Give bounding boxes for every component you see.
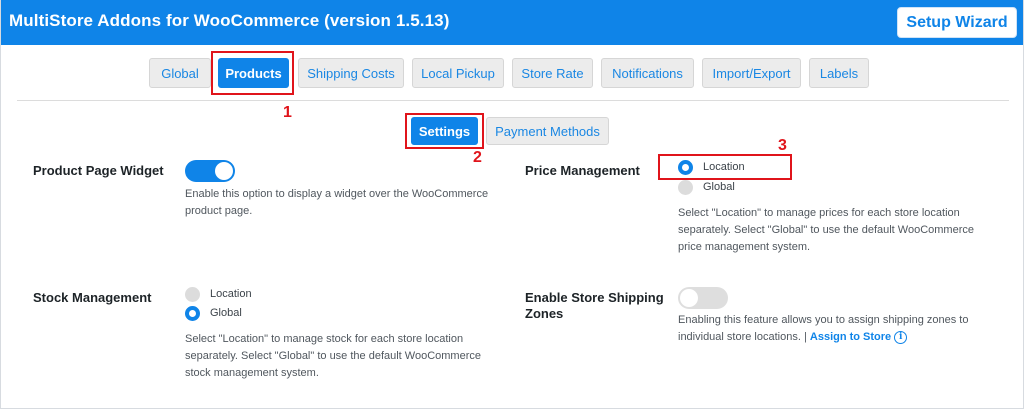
stock-location-label: Location xyxy=(210,288,252,300)
price-location-radio[interactable] xyxy=(678,160,693,175)
toggle-knob xyxy=(680,289,698,307)
product-page-widget-description: Enable this option to display a widget o… xyxy=(185,186,505,220)
assign-to-store-link[interactable]: Assign to Store xyxy=(810,331,891,343)
step-marker-1: 1 xyxy=(283,104,292,121)
tab-global[interactable]: Global xyxy=(149,58,211,88)
page-title: MultiStore Addons for WooCommerce (versi… xyxy=(9,11,450,30)
stock-management-label: Stock Management xyxy=(33,290,152,305)
store-shipping-zones-label: Enable Store Shipping Zones xyxy=(525,290,664,322)
store-shipping-zones-description: Enabling this feature allows you to assi… xyxy=(678,312,1008,346)
price-management-label: Price Management xyxy=(525,163,640,178)
subtab-payment-methods[interactable]: Payment Methods xyxy=(486,117,609,145)
description-line: Select "Location" to manage prices for e… xyxy=(678,207,960,219)
tab-shipping-costs[interactable]: Shipping Costs xyxy=(298,58,404,88)
description-line: separately. Select "Global" to use the d… xyxy=(185,350,481,362)
description-line: Enable this option to display a widget o… xyxy=(185,188,489,200)
label-line: Zones xyxy=(525,306,564,321)
description-line: individual store locations. | Assign to … xyxy=(678,329,1008,346)
label-line: Enable Store Shipping xyxy=(525,290,664,305)
description-line: stock management system. xyxy=(185,367,319,379)
stock-management-description: Select "Location" to manage stock for ea… xyxy=(185,331,505,382)
store-shipping-zones-toggle[interactable] xyxy=(678,287,728,309)
description-line: product page. xyxy=(185,205,253,217)
info-icon[interactable]: i xyxy=(894,330,908,344)
setup-wizard-button[interactable]: Setup Wizard xyxy=(897,7,1017,38)
tab-local-pickup[interactable]: Local Pickup xyxy=(412,58,504,88)
subtab-settings[interactable]: Settings xyxy=(411,117,478,145)
app-frame: MultiStore Addons for WooCommerce (versi… xyxy=(0,0,1024,409)
stock-global-radio[interactable] xyxy=(185,306,200,321)
divider xyxy=(17,100,1009,101)
tab-labels[interactable]: Labels xyxy=(809,58,869,88)
description-line: Select "Location" to manage stock for ea… xyxy=(185,333,464,345)
description-line: Enabling this feature allows you to assi… xyxy=(678,314,969,326)
tab-import-export[interactable]: Import/Export xyxy=(702,58,801,88)
stock-global-label: Global xyxy=(210,307,242,319)
price-location-label: Location xyxy=(703,161,745,173)
step-marker-2: 2 xyxy=(473,149,482,166)
step-marker-3: 3 xyxy=(778,137,787,154)
product-page-widget-label: Product Page Widget xyxy=(33,163,164,178)
price-global-label: Global xyxy=(703,181,735,193)
price-management-description: Select "Location" to manage prices for e… xyxy=(678,205,998,256)
description-line: price management system. xyxy=(678,241,811,253)
tab-store-rate[interactable]: Store Rate xyxy=(512,58,593,88)
tab-products[interactable]: Products xyxy=(218,58,289,88)
header-bar: MultiStore Addons for WooCommerce (versi… xyxy=(1,0,1023,45)
stock-location-radio[interactable] xyxy=(185,287,200,302)
toggle-knob xyxy=(215,162,233,180)
description-text: individual store locations. | xyxy=(678,331,807,343)
description-line: separately. Select "Global" to use the d… xyxy=(678,224,974,236)
product-page-widget-toggle[interactable] xyxy=(185,160,235,182)
tab-notifications[interactable]: Notifications xyxy=(601,58,694,88)
price-global-radio[interactable] xyxy=(678,180,693,195)
